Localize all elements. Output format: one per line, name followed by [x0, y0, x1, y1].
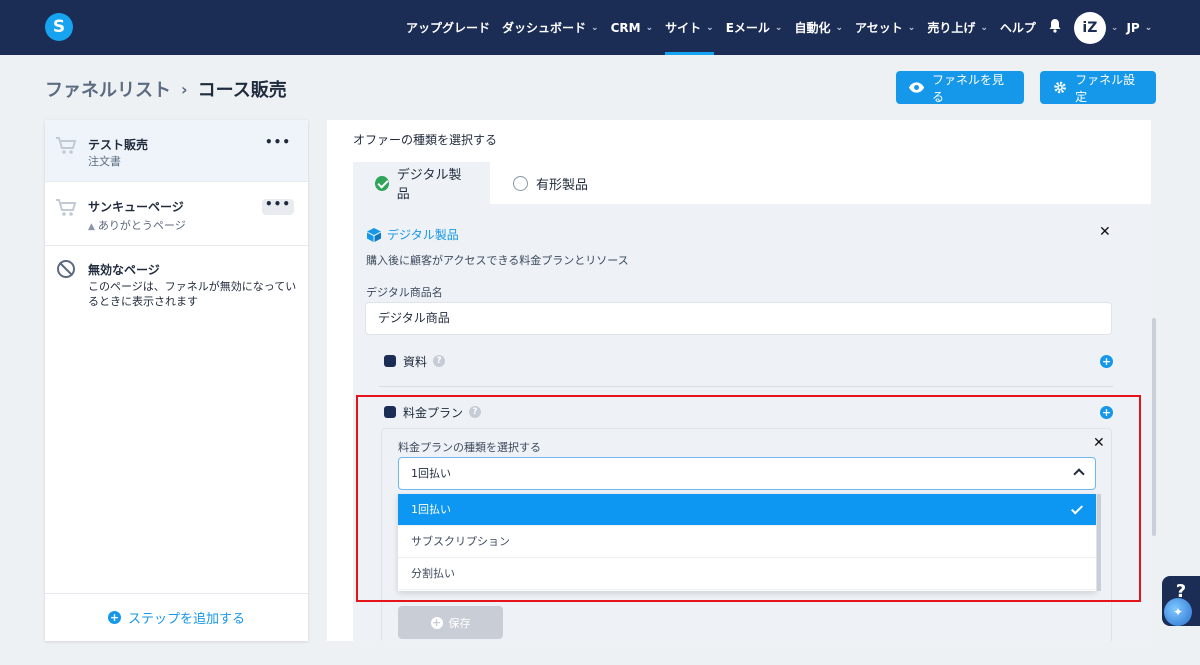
nav-sites[interactable]: サイト ⌄ [665, 0, 714, 55]
bell-icon[interactable] [1048, 18, 1062, 37]
ban-icon [57, 260, 75, 278]
funnel-settings-button[interactable]: ファネル設定 [1040, 71, 1156, 104]
nav-label: アセット [855, 21, 903, 35]
product-description: 購入後に顧客がアクセスできる料金プランとリソース [366, 254, 629, 267]
page-scrollbar[interactable] [1152, 318, 1156, 536]
plus-circle-icon: + [430, 615, 443, 629]
chevron-down-icon[interactable]: ⌄ [1111, 23, 1119, 33]
chevron-down-icon: ⌄ [835, 22, 843, 33]
app-logo[interactable]: S [45, 13, 73, 41]
add-resource-button[interactable]: + [1100, 354, 1113, 368]
tab-physical-product[interactable]: 有形製品 [491, 162, 610, 204]
nav-sales[interactable]: 売り上げ ⌄ [927, 0, 988, 55]
check-circle-icon [375, 175, 389, 191]
step-subtitle: ▲ ありがとうページ [88, 219, 186, 232]
nav-label: Eメール [725, 21, 770, 35]
save-label: 保存 [448, 616, 471, 630]
warning-icon: ▲ [88, 222, 95, 232]
offer-type-label: オファーの種類を選択する [353, 133, 498, 147]
tab-label: 有形製品 [536, 177, 589, 193]
save-button[interactable]: + 保存 [398, 606, 503, 639]
nav-assets[interactable]: アセット ⌄ [855, 0, 915, 55]
top-navbar: S アップグレード ダッシュボード ⌄ CRM ⌄ サイト ⌄ Eメール ⌄ 自動化 ⌄ … [0, 0, 1200, 55]
highlight-box [356, 395, 1141, 602]
step-title: サンキューページ [88, 200, 184, 214]
nav-label: 自動化 [794, 21, 831, 35]
chevron-right-icon: › [181, 79, 188, 99]
step-title: 無効なページ [88, 263, 160, 277]
step-menu-button[interactable]: ••• [262, 198, 294, 215]
chevron-down-icon: ⌄ [980, 22, 988, 33]
product-name-input[interactable]: デジタル商品 [365, 302, 1112, 335]
step-subtitle: 注文書 [88, 155, 121, 168]
chevron-down-icon: ⌄ [774, 22, 783, 33]
step-description: このページは、ファネルが無効になっているときに表示されます [88, 280, 297, 308]
nav-email[interactable]: Eメール ⌄ [726, 0, 783, 55]
step-title: テスト販売 [88, 138, 149, 152]
step-item[interactable]: サンキューページ ▲ ありがとうページ ••• [45, 182, 308, 246]
view-funnel-button[interactable]: ファネルを見る [896, 71, 1024, 104]
chevron-down-icon: ⌄ [645, 22, 654, 33]
divider [379, 386, 1113, 387]
plus-circle-icon: + [107, 611, 121, 624]
gear-icon [1054, 81, 1066, 94]
chevron-down-icon: ⌄ [1144, 22, 1153, 33]
tab-digital-product[interactable]: デジタル製品 [353, 162, 490, 204]
chevron-down-icon: ⌄ [706, 22, 714, 33]
product-name-label: デジタル商品名 [366, 286, 443, 299]
nav-label: 売り上げ [927, 21, 976, 35]
step-menu-button[interactable]: ••• [262, 136, 294, 153]
radio-icon [513, 175, 528, 191]
page-title: コース販売 [197, 80, 287, 101]
language-selector[interactable]: JP ⌄ [1126, 0, 1152, 55]
box-icon [367, 227, 381, 242]
breadcrumb-funnel-list[interactable]: ファネルリスト [45, 76, 171, 102]
nav-label: CRM [610, 20, 641, 35]
add-step-button[interactable]: + ステップを追加する [45, 593, 308, 641]
digital-product-title: デジタル製品 [366, 226, 459, 243]
nav-upgrade[interactable]: アップグレード [406, 0, 490, 55]
help-icon[interactable]: ? [433, 355, 446, 367]
funnel-steps-panel: テスト販売 注文書 ••• サンキューページ ▲ ありがとうページ ••• 無効な… [45, 120, 308, 641]
nav-dashboard[interactable]: ダッシュボード ⌄ [502, 0, 599, 55]
nav-label: サイト [665, 21, 702, 35]
nav-label: アップグレード [406, 21, 491, 35]
breadcrumb: ファネルリスト › コース販売 [45, 76, 287, 102]
nav-label: ヘルプ [999, 21, 1036, 35]
nav-automation[interactable]: 自動化 ⌄ [794, 0, 843, 55]
cart-icon [56, 137, 77, 154]
resources-label: 資料 [403, 354, 428, 369]
resources-section: 資料 ? + [379, 341, 1113, 381]
add-step-label: ステップを追加する [127, 612, 245, 627]
sparkle-icon[interactable]: ✦ [1164, 598, 1192, 626]
view-funnel-label: ファネルを見る [932, 72, 1005, 104]
cart-check-icon [56, 199, 77, 216]
nav-label: ダッシュボード [502, 21, 587, 35]
close-icon[interactable]: ✕ [1099, 224, 1111, 240]
nav-crm[interactable]: CRM ⌄ [611, 0, 654, 55]
language-label: JP [1126, 20, 1140, 35]
funnel-settings-label: ファネル設定 [1075, 72, 1136, 104]
chevron-down-icon: ⌄ [907, 22, 916, 33]
list-icon [384, 355, 396, 367]
avatar[interactable]: iZ [1073, 11, 1106, 44]
eye-icon [909, 82, 925, 93]
tab-label: デジタル製品 [396, 168, 462, 202]
main-nav: アップグレード ダッシュボード ⌄ CRM ⌄ サイト ⌄ Eメール ⌄ 自動化 ⌄ アセ… [406, 0, 1164, 55]
step-item[interactable]: 無効なページ このページは、ファネルが無効になっているときに表示されます [45, 246, 308, 326]
nav-help[interactable]: ヘルプ [1000, 0, 1036, 55]
chevron-down-icon: ⌄ [591, 22, 599, 33]
step-item[interactable]: テスト販売 注文書 ••• [45, 120, 308, 182]
